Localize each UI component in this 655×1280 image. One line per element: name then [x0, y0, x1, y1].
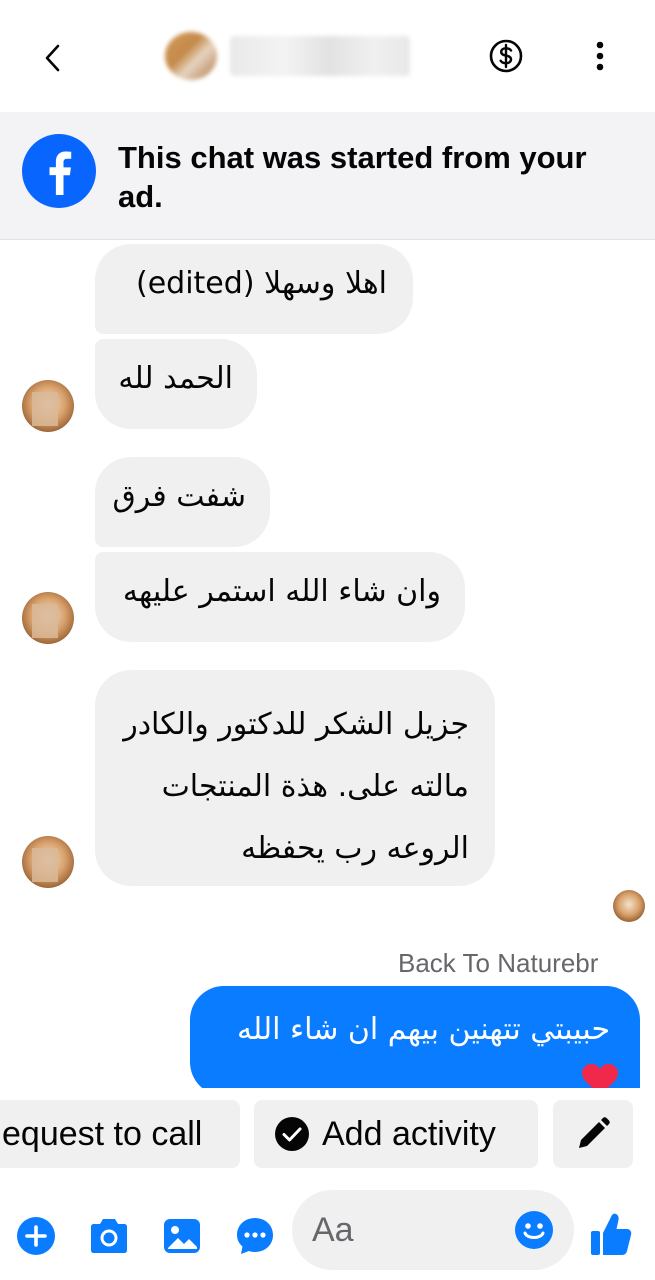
camera-button[interactable]: [87, 1214, 131, 1258]
message-line: جزيل الشكر للدكتور والكادر: [123, 707, 469, 742]
facebook-logo-icon: [22, 134, 96, 208]
quick-actions-bar: equest to call Add activity: [0, 1088, 655, 1184]
contact-name-redacted[interactable]: [230, 36, 410, 76]
sender-label: Back To Naturebr: [398, 948, 599, 978]
camera-icon: [91, 1219, 127, 1253]
sender-avatar[interactable]: [22, 836, 74, 888]
back-button[interactable]: [30, 36, 74, 80]
message-text: اهلا وسهلا (edited): [135, 266, 387, 301]
message-bubble[interactable]: جزيل الشكر للدكتور والكادر مالته على. هذ…: [95, 670, 495, 886]
message-text: الحمد لله: [118, 361, 233, 396]
chat-apps-button[interactable]: [233, 1214, 277, 1258]
more-vertical-icon: [596, 41, 604, 71]
gallery-button[interactable]: [160, 1214, 204, 1258]
message-composer: [0, 1184, 655, 1280]
message-bubble[interactable]: شفت فرق: [95, 457, 270, 547]
chat-bubble-icon: [237, 1218, 273, 1254]
chevron-left-icon: [45, 44, 60, 72]
dollar-icon: [489, 39, 523, 73]
chat-header: [0, 0, 655, 112]
message-input-container[interactable]: [292, 1190, 574, 1270]
request-call-label: equest to call: [2, 1114, 203, 1153]
sender-avatar[interactable]: [22, 380, 74, 432]
message-bubble[interactable]: وان شاء الله استمر عليهه: [95, 552, 465, 642]
plus-icon: [17, 1217, 55, 1255]
message-bubble[interactable]: اهلا وسهلا (edited): [95, 244, 413, 334]
message-text: شفت فرق: [112, 479, 246, 514]
plus-button[interactable]: [14, 1214, 58, 1258]
more-options-button[interactable]: [584, 38, 616, 74]
message-bubble[interactable]: الحمد لله: [95, 339, 257, 429]
message-input[interactable]: [312, 1208, 502, 1252]
ad-origin-banner: This chat was started from your ad.: [0, 112, 655, 240]
seen-indicator-avatar: [613, 890, 645, 922]
message-text: وان شاء الله استمر عليهه: [122, 574, 441, 609]
image-icon: [164, 1219, 200, 1253]
emoji-icon[interactable]: [514, 1210, 554, 1250]
sender-avatar[interactable]: [22, 592, 74, 644]
message-line: مالته على. هذة المنتجات: [161, 769, 469, 804]
check-circle-icon: [275, 1117, 309, 1151]
add-activity-label: Add activity: [322, 1114, 496, 1153]
pencil-icon: [579, 1117, 610, 1148]
edit-button[interactable]: [553, 1100, 633, 1168]
like-button[interactable]: [588, 1210, 634, 1258]
message-line: الروعه رب يحفظه: [241, 831, 469, 866]
request-call-button[interactable]: equest to call: [0, 1100, 240, 1168]
sent-message-text: حبيبتي تتهنين بيهم ان شاء الله: [236, 1012, 610, 1047]
banner-text: This chat was started from your ad.: [118, 140, 587, 214]
payment-button[interactable]: [488, 38, 524, 74]
thumbs-up-icon: [591, 1213, 632, 1255]
sent-message-bubble[interactable]: حبيبتي تتهنين بيهم ان شاء الله: [190, 986, 640, 1096]
add-activity-button[interactable]: Add activity: [254, 1100, 538, 1168]
contact-avatar[interactable]: [165, 32, 217, 80]
